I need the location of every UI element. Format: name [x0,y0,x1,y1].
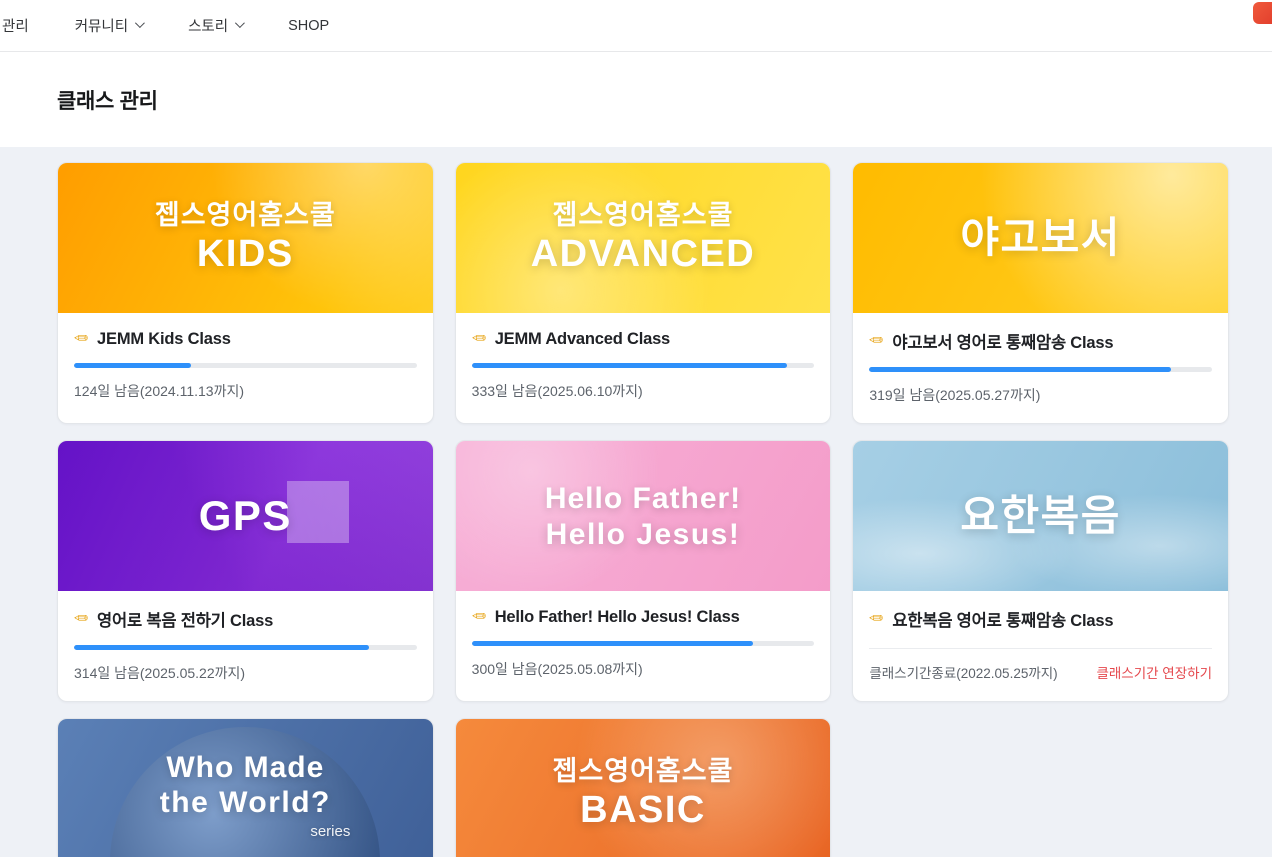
class-card-john[interactable]: 요한복음 ✏ 요한복음 영어로 통째암송 Class 클래스기간종료(2022.… [852,440,1229,702]
pencil-icon: ✏ [74,609,88,629]
banner-text: 젭스영어홈스쿨 [553,755,734,789]
class-expired-text: 클래스기간종료(2022.05.25까지) [869,662,1057,682]
pencil-icon: ✏ [869,609,883,629]
pencil-icon: ✏ [472,607,486,627]
banner-text: Who Made [166,749,324,787]
banner-text: 젭스영어홈스쿨 [553,199,734,233]
days-remaining: 314일 남음(2025.05.22까지) [74,663,417,683]
class-card-who-made-the-world[interactable]: Who Made the World? series ✏ Who made th… [57,718,434,857]
nav-item-shop[interactable]: SHOP [288,18,329,34]
days-remaining: 319일 남음(2025.05.27까지) [869,385,1212,405]
class-title: ✏ 요한복음 영어로 통째암송 Class [869,607,1212,631]
divider [869,648,1212,649]
days-remaining: 124일 남음(2024.11.13까지) [74,381,417,401]
class-title-text: JEMM Advanced Class [495,330,670,349]
progress-fill [472,363,787,368]
banner-text: 젭스영어홈스쿨 [155,199,336,233]
class-title-text: 요한복음 영어로 통째암송 Class [892,607,1113,631]
banner-text: Hello Father! [545,480,741,518]
top-navigation: 관리 커뮤니티 스토리 SHOP [0,0,1272,52]
progress-bar [74,645,417,650]
class-card-james[interactable]: 야고보서 ✏ 야고보서 영어로 통째암송 Class 319일 남음(2025.… [852,162,1229,424]
class-banner-hello-father: Hello Father! Hello Jesus! [456,441,831,591]
class-title: ✏ Hello Father! Hello Jesus! Class [472,607,815,627]
class-title-text: JEMM Kids Class [97,330,231,349]
class-banner-who-made-the-world: Who Made the World? series [58,719,433,857]
days-remaining: 300일 남음(2025.05.08까지) [472,659,815,679]
class-card-basic[interactable]: 젭스영어홈스쿨 BASIC ✏ JEMM Basic Class [455,718,832,857]
nav-item-community[interactable]: 커뮤니티 [75,15,142,36]
class-title-text: 영어로 복음 전하기 Class [97,607,273,631]
nav-item-story[interactable]: 스토리 [188,15,242,36]
banner-text: 야고보서 [960,214,1121,262]
page-header: 클래스 관리 [0,52,1272,147]
class-card-hello-father[interactable]: Hello Father! Hello Jesus! ✏ Hello Fathe… [455,440,832,702]
nav-item-label: 관리 [2,15,29,36]
banner-text: the World? [160,786,331,821]
corner-widget-icon[interactable] [1253,2,1272,24]
class-banner-john: 요한복음 [853,441,1228,591]
class-title-text: Hello Father! Hello Jesus! Class [495,608,740,627]
class-title: ✏ JEMM Kids Class [74,329,417,349]
progress-fill [74,363,191,368]
class-banner-gps: GPS [58,441,433,591]
banner-text: KIDS [197,233,294,277]
pencil-icon: ✏ [472,329,486,349]
banner-text: 요한복음 [960,492,1121,540]
class-card-gps[interactable]: GPS ✏ 영어로 복음 전하기 Class 314일 남음(2025.05.2… [57,440,434,702]
class-banner-basic: 젭스영어홈스쿨 BASIC [456,719,831,857]
days-remaining: 333일 남음(2025.06.10까지) [472,381,815,401]
chevron-down-icon [135,18,145,28]
class-card-kids[interactable]: 젭스영어홈스쿨 KIDS ✏ JEMM Kids Class 124일 남음(2… [57,162,434,424]
progress-bar [472,363,815,368]
progress-fill [472,641,753,646]
pencil-icon: ✏ [869,331,883,351]
class-list: 젭스영어홈스쿨 KIDS ✏ JEMM Kids Class 124일 남음(2… [0,147,1272,857]
progress-bar [472,641,815,646]
banner-subtext: series [140,823,350,840]
progress-fill [74,645,369,650]
nav-item-label: SHOP [288,18,329,34]
banner-text: ADVANCED [531,233,756,277]
pencil-icon: ✏ [74,329,88,349]
class-title: ✏ 야고보서 영어로 통째암송 Class [869,329,1212,353]
class-title: ✏ JEMM Advanced Class [472,329,815,349]
class-banner-james: 야고보서 [853,163,1228,313]
nav-item-label: 커뮤니티 [75,15,128,36]
chevron-down-icon [235,18,245,28]
banner-text: BASIC [580,789,706,833]
class-card-advanced[interactable]: 젭스영어홈스쿨 ADVANCED ✏ JEMM Advanced Class 3… [455,162,832,424]
progress-fill [869,367,1171,372]
class-title-text: 야고보서 영어로 통째암송 Class [892,329,1113,353]
class-banner-advanced: 젭스영어홈스쿨 ADVANCED [456,163,831,313]
progress-bar [74,363,417,368]
class-banner-kids: 젭스영어홈스쿨 KIDS [58,163,433,313]
nav-item-manage[interactable]: 관리 [2,15,29,36]
extend-class-link[interactable]: 클래스기간 연장하기 [1096,662,1212,682]
page-title: 클래스 관리 [57,85,1272,115]
banner-text: Hello Jesus! [546,518,741,553]
class-title: ✏ 영어로 복음 전하기 Class [74,607,417,631]
class-grid: 젭스영어홈스쿨 KIDS ✏ JEMM Kids Class 124일 남음(2… [57,162,1229,857]
progress-bar [869,367,1212,372]
banner-text: GPS [199,492,292,540]
nav-item-label: 스토리 [188,15,228,36]
